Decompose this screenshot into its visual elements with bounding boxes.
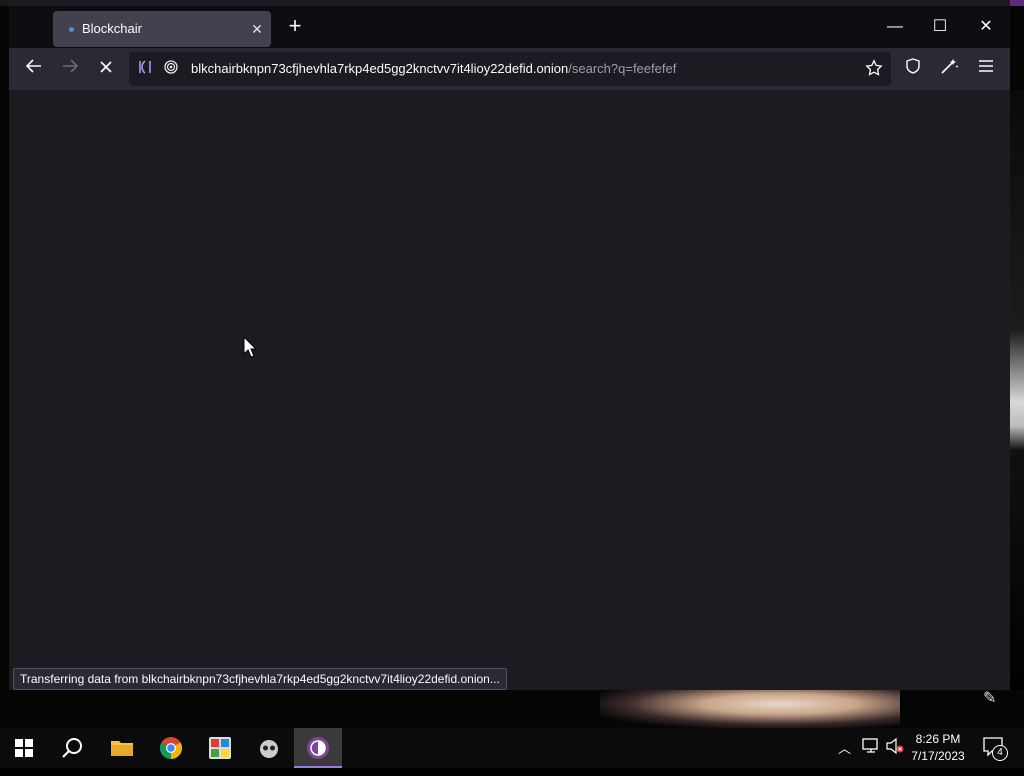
url-path: /search?q=feefefef: [568, 61, 677, 76]
tab-title: Blockchair: [82, 21, 142, 36]
tor-browser-button[interactable]: [294, 728, 342, 768]
chrome-icon: [160, 737, 182, 759]
notifications-button[interactable]: 4: [983, 737, 1008, 761]
paint-icon: [209, 737, 231, 759]
search-icon: [62, 738, 82, 758]
search-button[interactable]: [48, 728, 96, 768]
volume-muted-icon[interactable]: [886, 737, 904, 757]
browser-window: Blockchair ✕ + — ☐ ✕ blkchairbknpn73cfjh…: [9, 0, 1010, 690]
notification-count-badge: 4: [992, 745, 1008, 761]
clock-time: 8:26 PM: [915, 732, 961, 746]
windows-logo-icon: [15, 739, 33, 757]
page-content: Transferring data from blkchairbknpn73cf…: [9, 90, 1010, 690]
url-host: blkchairbknpn73cfjhevhla7rkp4ed5gg2knctv…: [191, 61, 569, 76]
status-bar: Transferring data from blkchairbknpn73cf…: [13, 668, 507, 690]
navigation-bar: blkchairbknpn73cfjhevhla7rkp4ed5gg2knctv…: [9, 48, 1010, 90]
tor-circuit-icon[interactable]: [136, 59, 154, 77]
wallpaper-right-strip: [1010, 90, 1024, 690]
title-bar: Blockchair ✕ + — ☐ ✕: [9, 6, 1010, 48]
arrow-left-icon: [25, 59, 41, 73]
minimize-button[interactable]: —: [875, 16, 915, 38]
onion-lock-icon[interactable]: [162, 59, 180, 77]
forward-button[interactable]: [57, 57, 83, 81]
tray-chevron-icon[interactable]: ︿: [838, 738, 851, 757]
app-face-icon: [260, 740, 278, 758]
paint-button[interactable]: [196, 728, 244, 768]
taskbar: ︿ 8:26 PM 7/17/2023 4: [0, 728, 1024, 768]
address-bar[interactable]: blkchairbknpn73cfjhevhla7rkp4ed5gg2knctv…: [129, 52, 891, 86]
tor-browser-icon: [307, 737, 329, 759]
file-explorer-button[interactable]: [98, 728, 146, 768]
new-identity-wand-icon[interactable]: [938, 57, 962, 81]
stop-x-icon: [100, 61, 112, 73]
tab-blockchair[interactable]: Blockchair ✕: [53, 11, 271, 47]
tab-loading-dot: [69, 27, 74, 32]
clock-date: 7/17/2023: [911, 749, 965, 763]
menu-hamburger-icon[interactable]: [974, 57, 998, 81]
pen-icon: ✎: [983, 690, 997, 707]
wallpaper-bottom-art: [600, 688, 900, 728]
folder-icon: [111, 741, 133, 756]
url-text: blkchairbknpn73cfjhevhla7rkp4ed5gg2knctv…: [191, 61, 676, 76]
chrome-button[interactable]: [147, 728, 195, 768]
start-button[interactable]: [0, 728, 48, 768]
tab-close-icon[interactable]: ✕: [247, 19, 267, 39]
network-icon[interactable]: [862, 738, 880, 757]
clock[interactable]: 8:26 PM 7/17/2023: [905, 731, 971, 765]
arrow-right-icon: [63, 59, 79, 73]
star-bookmark-icon[interactable]: [865, 59, 883, 77]
back-button[interactable]: [21, 57, 47, 81]
new-tab-button[interactable]: +: [284, 15, 306, 38]
stop-button[interactable]: [93, 57, 119, 81]
maximize-button[interactable]: ☐: [920, 16, 960, 38]
shield-icon[interactable]: [901, 57, 925, 81]
app-button[interactable]: [245, 728, 293, 768]
close-window-button[interactable]: ✕: [966, 16, 1006, 38]
